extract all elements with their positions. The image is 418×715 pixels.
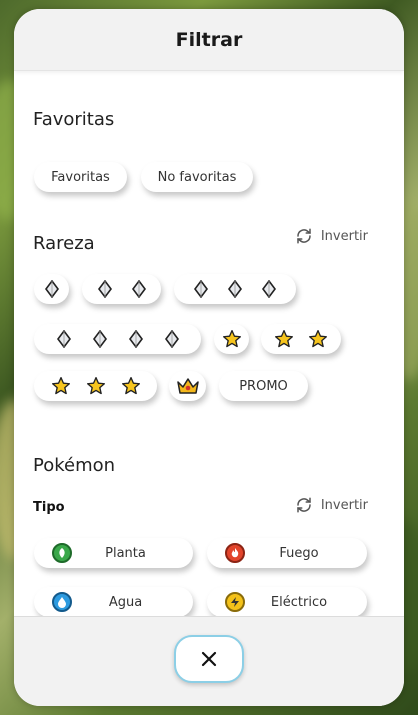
favorites-option-not-favorites[interactable]: No favoritas: [141, 162, 253, 192]
diamond-icon: [194, 280, 208, 298]
close-icon: [201, 651, 217, 666]
close-button[interactable]: [174, 634, 244, 683]
rarity-option-4-diamonds[interactable]: [34, 324, 201, 354]
type-option-agua[interactable]: Agua: [34, 587, 193, 616]
sheet-header: Filtrar: [14, 9, 404, 71]
diamond-icon: [164, 330, 179, 348]
option-label: No favoritas: [157, 169, 237, 185]
rarity-option-3-stars[interactable]: [34, 371, 157, 401]
rarity-option-2-stars[interactable]: [261, 324, 341, 354]
rarity-option-promo[interactable]: PROMO: [219, 371, 308, 401]
type-label: Agua: [108, 594, 143, 610]
filter-content: Favoritas Favoritas No favoritas Rareza …: [14, 71, 404, 616]
type-label: Fuego: [279, 545, 319, 561]
rarity-section-title: Rareza: [33, 233, 95, 254]
grass-icon: [52, 543, 72, 563]
option-label: Favoritas: [51, 169, 110, 185]
star-icon: [275, 330, 293, 348]
lightning-icon: [225, 592, 245, 612]
rarity-invert-button[interactable]: Invertir: [295, 227, 368, 245]
type-subtitle: Tipo: [33, 500, 65, 515]
diamond-icon: [131, 280, 146, 298]
diamond-icon: [262, 280, 276, 298]
type-option-fuego[interactable]: Fuego: [207, 538, 367, 568]
star-icon: [222, 330, 241, 348]
diamond-icon: [228, 280, 242, 298]
type-label: Eléctrico: [270, 594, 328, 610]
diamond-icon: [128, 330, 143, 348]
star-icon: [121, 377, 140, 395]
rarity-option-1-diamond[interactable]: [34, 274, 69, 304]
star-icon: [51, 377, 70, 395]
rarity-option-1-star[interactable]: [214, 324, 249, 354]
crown-icon: [176, 378, 199, 394]
promo-label: PROMO: [239, 378, 288, 394]
pokemon-section-title: Pokémon: [33, 455, 116, 476]
type-option-electrico[interactable]: Eléctrico: [207, 587, 367, 616]
type-label: Planta: [105, 545, 146, 561]
rarity-option-3-diamonds[interactable]: [174, 274, 296, 304]
fire-icon: [225, 543, 245, 563]
filter-sheet: Filtrar Favoritas Favoritas No favoritas…: [14, 9, 404, 706]
refresh-icon: [297, 497, 311, 513]
water-icon: [52, 592, 72, 612]
type-invert-button[interactable]: Invertir: [295, 496, 368, 514]
star-icon: [309, 330, 327, 348]
type-option-planta[interactable]: Planta: [34, 538, 193, 568]
diamond-icon: [92, 330, 107, 348]
favorites-section-title: Favoritas: [33, 109, 115, 130]
star-icon: [86, 377, 105, 395]
rarity-option-2-diamonds[interactable]: [82, 274, 161, 304]
invert-label: Invertir: [320, 228, 368, 244]
sheet-footer: [14, 616, 404, 706]
page-title: Filtrar: [175, 28, 243, 51]
diamond-icon: [44, 280, 59, 298]
favorites-option-favorites[interactable]: Favoritas: [34, 162, 127, 192]
diamond-icon: [56, 330, 71, 348]
diamond-icon: [97, 280, 112, 298]
refresh-icon: [297, 228, 311, 244]
rarity-option-crown[interactable]: [169, 371, 206, 401]
invert-label: Invertir: [320, 497, 368, 513]
